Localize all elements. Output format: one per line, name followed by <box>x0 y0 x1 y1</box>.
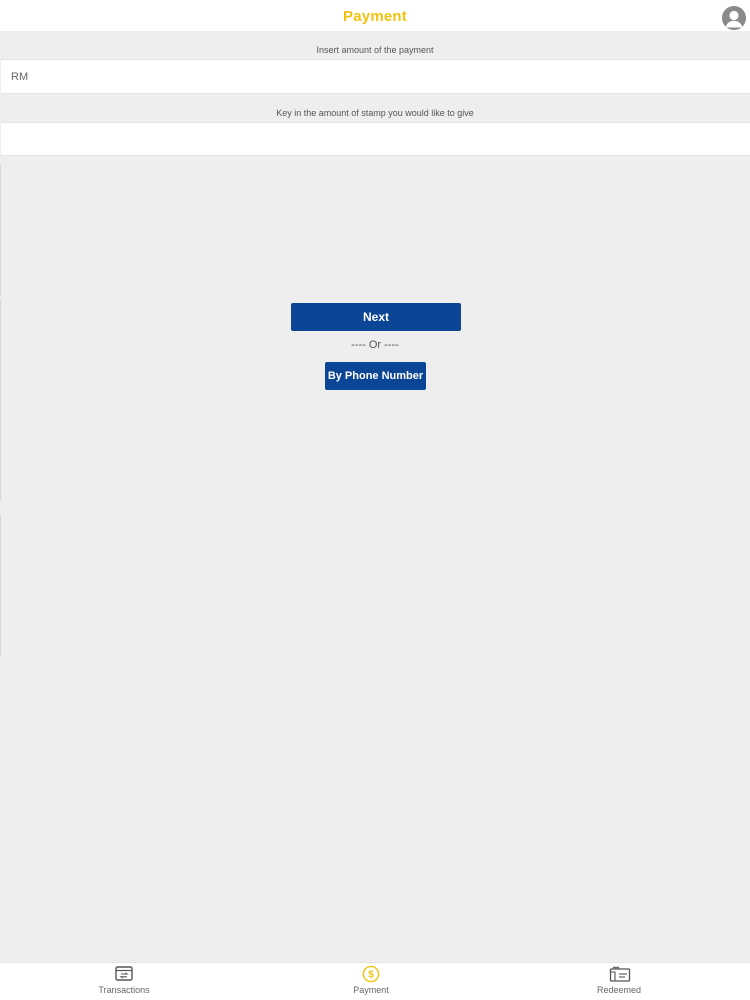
bottom-tab-bar: Transactions $ Payment Redeemed <box>0 962 750 1000</box>
stamp-amount-row <box>1 122 750 156</box>
user-avatar-icon[interactable] <box>722 6 746 30</box>
tab-transactions-label: Transactions <box>98 985 150 995</box>
tab-payment[interactable]: $ Payment <box>311 965 431 995</box>
page-title: Payment <box>343 8 407 25</box>
top-bar: Payment <box>0 0 750 31</box>
payment-amount-label: Insert amount of the payment <box>316 45 434 55</box>
next-button[interactable]: Next <box>291 303 461 331</box>
redeemed-ticket-icon <box>609 965 631 983</box>
svg-text:$: $ <box>368 970 374 981</box>
tab-redeemed-label: Redeemed <box>596 985 642 995</box>
left-edge-divider <box>0 515 1 655</box>
left-edge-divider <box>0 165 1 295</box>
or-separator: ---- Or ---- <box>351 339 399 351</box>
stamp-amount-input[interactable] <box>1 123 750 155</box>
payment-amount-row <box>1 59 750 94</box>
tab-payment-label: Payment <box>353 985 389 995</box>
dollar-coin-icon: $ <box>361 965 381 983</box>
transactions-icon <box>114 965 134 983</box>
stamp-amount-label: Key in the amount of stamp you would lik… <box>276 108 474 118</box>
by-phone-number-button[interactable]: By Phone Number <box>325 362 426 390</box>
left-edge-divider <box>0 300 1 500</box>
payment-amount-input[interactable] <box>1 60 750 93</box>
tab-transactions[interactable]: Transactions <box>64 965 184 995</box>
tab-redeemed[interactable]: Redeemed <box>559 965 679 995</box>
